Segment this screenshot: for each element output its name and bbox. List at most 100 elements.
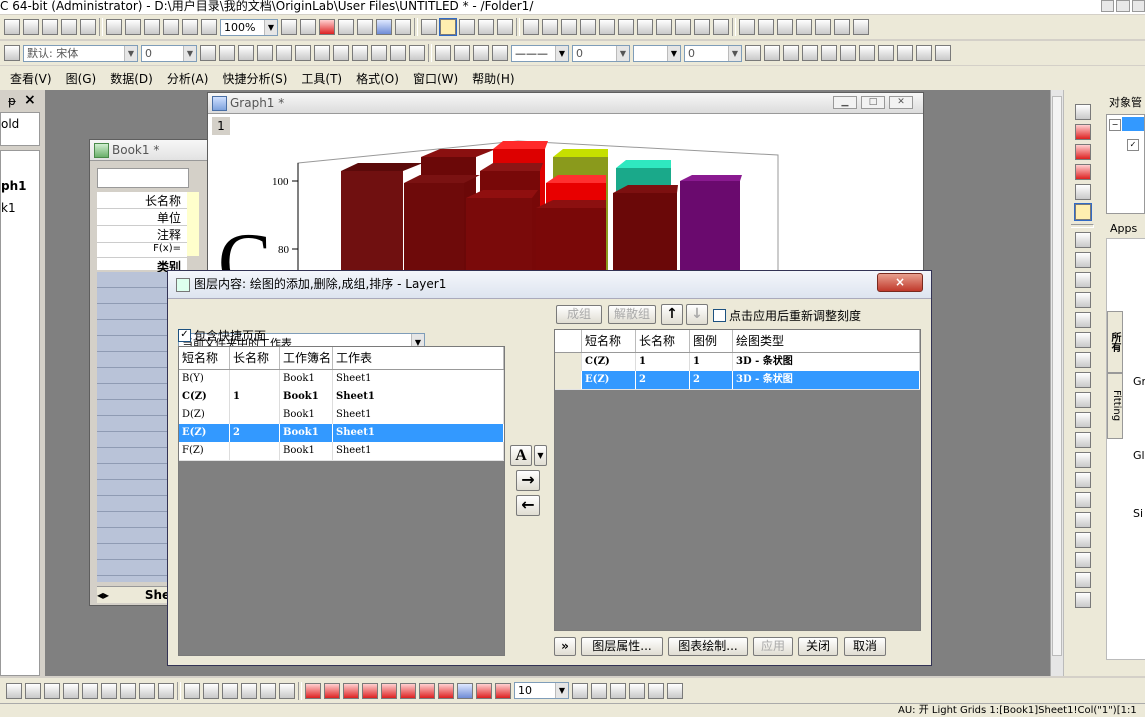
col-long-name[interactable]: 长名称: [636, 330, 690, 352]
stack-icon[interactable]: [1074, 104, 1091, 120]
bar[interactable]: [404, 183, 464, 278]
zoom-out-icon[interactable]: [591, 682, 607, 699]
align-icon[interactable]: [371, 45, 387, 61]
line-style-select[interactable]: ——— ▼: [511, 44, 569, 62]
color-select[interactable]: ▼: [633, 44, 681, 62]
remove-plot-button[interactable]: ←: [516, 495, 540, 516]
rotate-right-icon[interactable]: [324, 682, 340, 699]
pin-icon[interactable]: ᵽ: [8, 94, 16, 108]
tilt-up-icon[interactable]: [343, 682, 359, 699]
bar[interactable]: [466, 198, 532, 278]
dot-plot-icon[interactable]: [82, 682, 98, 699]
bold-icon[interactable]: [200, 45, 216, 61]
cancel-button[interactable]: 取消: [844, 637, 886, 656]
set-y-icon[interactable]: [758, 19, 774, 35]
layout-icon[interactable]: [395, 19, 411, 35]
polar-icon[interactable]: [120, 682, 136, 699]
bar[interactable]: [536, 208, 606, 278]
layer-nine-icon[interactable]: [1074, 292, 1091, 308]
graph1-window[interactable]: Graph1 * ▁ □ ✕ 1 100 80 C: [207, 92, 924, 278]
col-legend[interactable]: 图例: [690, 330, 733, 352]
print-icon[interactable]: [281, 19, 297, 35]
table-row-selected[interactable]: E(Z) 2 2 3D - 条状图: [555, 371, 920, 390]
add-column-icon[interactable]: [523, 19, 539, 35]
line-top-icon[interactable]: [1074, 352, 1091, 368]
zoom-select[interactable]: 100% ▼: [220, 18, 278, 36]
supsub-icon[interactable]: [295, 45, 311, 61]
table-insert-icon[interactable]: [859, 45, 875, 61]
superscript-icon[interactable]: [257, 45, 273, 61]
command-window-icon[interactable]: [338, 19, 354, 35]
move-left-icon[interactable]: [834, 19, 850, 35]
move-down-button[interactable]: ↓: [686, 304, 708, 325]
file-item-graph1[interactable]: ph1: [1, 179, 26, 193]
group-button[interactable]: 成组: [556, 305, 602, 324]
move-right-icon[interactable]: [853, 19, 869, 35]
stretch-icon[interactable]: [629, 682, 645, 699]
arrange-icon[interactable]: [916, 45, 932, 61]
app-item[interactable]: Si: [1133, 507, 1143, 520]
new-function-icon[interactable]: [80, 19, 96, 35]
sum-icon[interactable]: [542, 19, 558, 35]
apply-button[interactable]: 应用: [753, 637, 793, 656]
corner-icon[interactable]: [1074, 412, 1091, 428]
open-template-icon[interactable]: [125, 19, 141, 35]
folder-item[interactable]: old: [1, 117, 19, 131]
table-row[interactable]: B(Y) Book1 Sheet1: [179, 370, 504, 389]
shield-icon[interactable]: [610, 682, 626, 699]
column-stats-icon[interactable]: [637, 19, 653, 35]
cell-column[interactable]: [187, 192, 199, 256]
graph-minimize-button[interactable]: ▁: [833, 96, 857, 109]
results-log-icon[interactable]: [319, 19, 335, 35]
set-x-icon[interactable]: [739, 19, 755, 35]
ungroup-button[interactable]: 解散组: [608, 305, 656, 324]
axis-2d-icon[interactable]: [1074, 164, 1091, 180]
sort-icon[interactable]: [561, 19, 577, 35]
bar[interactable]: [341, 171, 403, 278]
box-plot-icon[interactable]: [139, 682, 155, 699]
object-tree[interactable]: − ✓: [1106, 114, 1145, 214]
fit-frame-icon[interactable]: [457, 682, 473, 699]
align-bottom-icon[interactable]: [1074, 472, 1091, 488]
rescale-option[interactable]: 点击应用后重新调整刻度: [713, 307, 861, 324]
arrange-icon[interactable]: [667, 682, 683, 699]
add-plot-button[interactable]: →: [516, 470, 540, 491]
col-sheet[interactable]: 工作表: [333, 347, 504, 369]
underline-icon[interactable]: [238, 45, 254, 61]
menu-analysis[interactable]: 分析(A): [167, 70, 209, 87]
menu-view[interactable]: 查看(V): [10, 70, 52, 87]
font-color-icon[interactable]: [409, 45, 425, 61]
minimize-button[interactable]: [1101, 0, 1115, 12]
font-icon[interactable]: [4, 45, 20, 61]
resize-icon[interactable]: [648, 682, 664, 699]
set-z-icon[interactable]: [777, 19, 793, 35]
import-icon[interactable]: [182, 19, 198, 35]
checkbox-node-icon[interactable]: ✓: [1127, 139, 1139, 151]
rescale-checkbox[interactable]: [713, 309, 726, 322]
line-bottom-icon[interactable]: [1074, 332, 1091, 348]
3d-scatter-icon[interactable]: [279, 682, 295, 699]
axis-xy-icon[interactable]: [1074, 144, 1091, 160]
decrease-font-icon[interactable]: [352, 45, 368, 61]
align-left-icon[interactable]: [1074, 492, 1091, 508]
save-template-icon[interactable]: [163, 19, 179, 35]
table-abc-icon[interactable]: [821, 45, 837, 61]
3d-wire-icon[interactable]: [203, 682, 219, 699]
filter-icon[interactable]: [713, 19, 729, 35]
menu-format[interactable]: 格式(O): [356, 70, 399, 87]
italic-icon[interactable]: [219, 45, 235, 61]
rotate-left-icon[interactable]: [305, 682, 321, 699]
menu-graph[interactable]: 图(G): [66, 70, 97, 87]
line-right-icon[interactable]: [1074, 392, 1091, 408]
same-height-icon[interactable]: [1074, 592, 1091, 608]
align-layers-icon[interactable]: [935, 45, 951, 61]
close-panel-icon[interactable]: ×: [24, 92, 36, 108]
bar[interactable]: [613, 193, 677, 278]
app-item[interactable]: Gl: [1133, 449, 1145, 462]
sort-asc-icon[interactable]: [580, 19, 596, 35]
app-item[interactable]: Gr: [1133, 375, 1145, 388]
worksheet-query-icon[interactable]: [783, 45, 799, 61]
distribute2-icon[interactable]: [1074, 552, 1091, 568]
reset-icon[interactable]: [476, 682, 492, 699]
folder-icon[interactable]: [421, 19, 437, 35]
